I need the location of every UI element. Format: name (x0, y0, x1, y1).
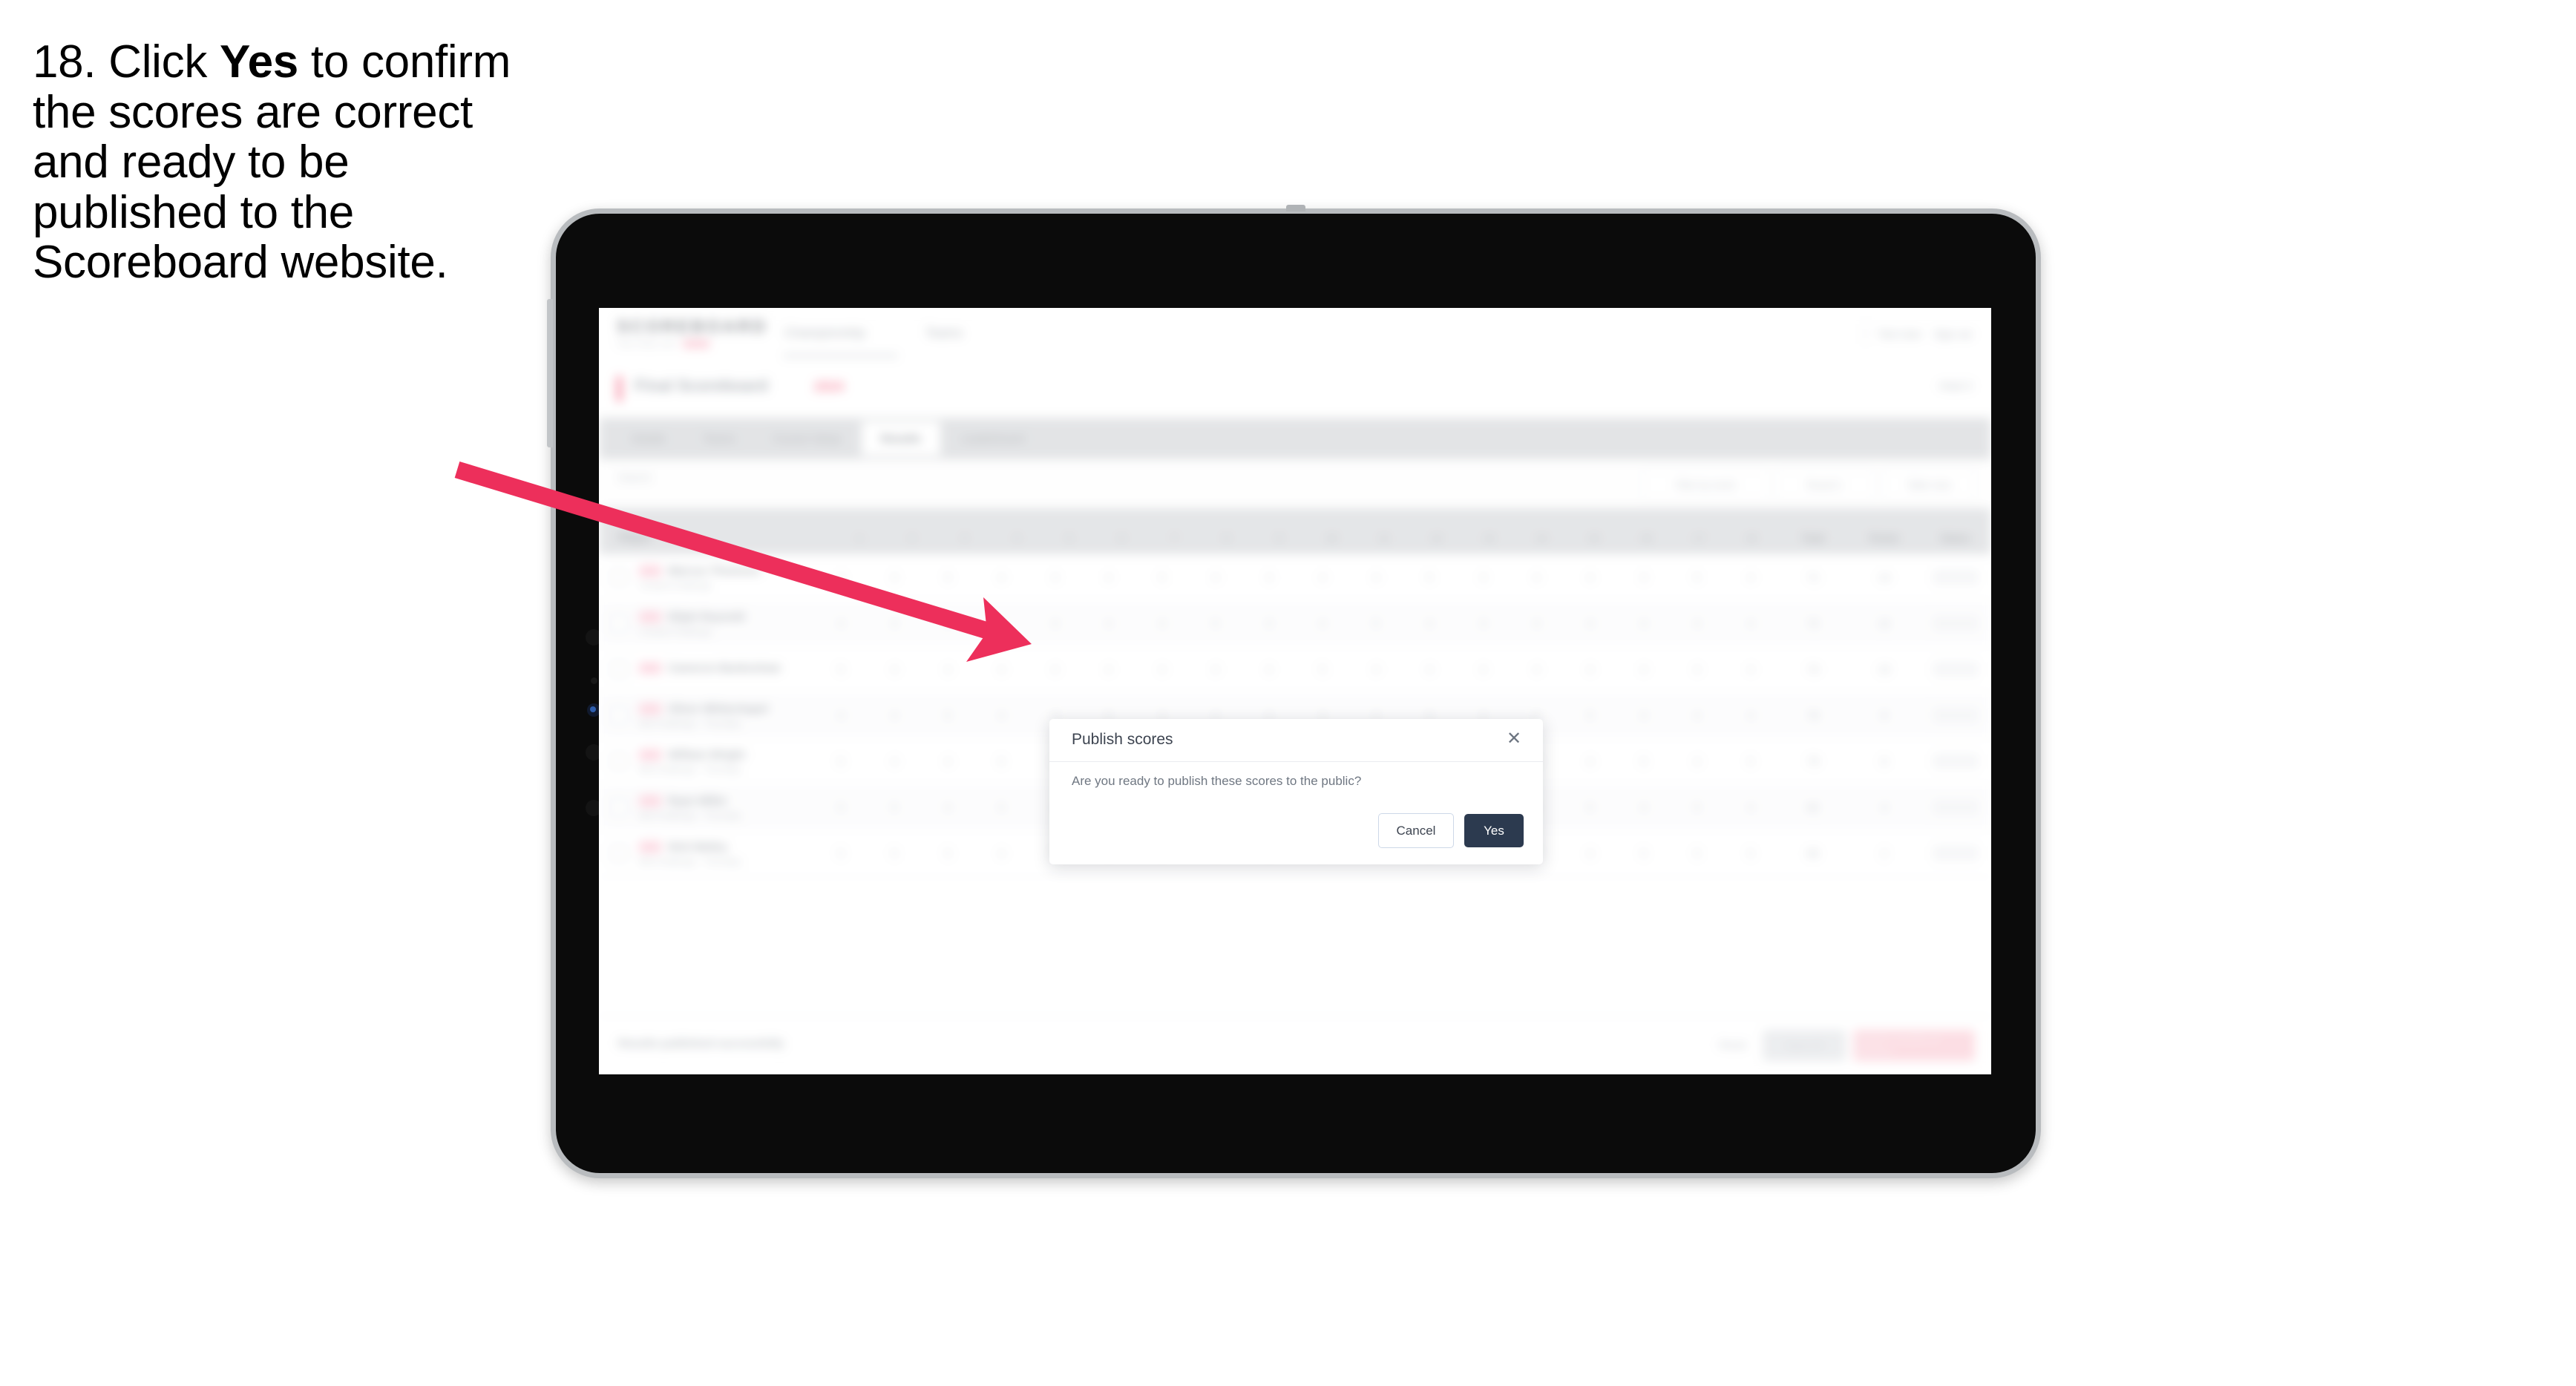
instruction-bold-word: Yes (219, 36, 298, 88)
dialog-actions: Cancel Yes (1378, 813, 1524, 848)
dialog-header: Publish scores ✕ (1049, 719, 1543, 762)
tablet-screen: SCOREBOARD THE FINAL SAY Championship Te… (599, 308, 1991, 1074)
publish-scores-dialog: Publish scores ✕ Are you ready to publis… (1049, 719, 1543, 864)
instruction-text: 18. Click Yes to confirm the scores are … (33, 37, 552, 288)
close-icon[interactable]: ✕ (1503, 728, 1525, 750)
bezel-microphone-icon (591, 677, 597, 684)
cancel-button[interactable]: Cancel (1378, 813, 1454, 848)
volume-button[interactable] (547, 299, 553, 447)
power-button[interactable] (1286, 205, 1305, 211)
instruction-text-before: Click (96, 36, 220, 88)
dialog-title: Publish scores (1072, 731, 1173, 748)
yes-button[interactable]: Yes (1464, 814, 1524, 847)
step-number: 18. (33, 36, 96, 88)
modal-scrim[interactable] (599, 308, 1991, 1074)
dialog-message: Are you ready to publish these scores to… (1072, 774, 1362, 788)
tablet-device-frame: SCOREBOARD THE FINAL SAY Championship Te… (547, 205, 2041, 1178)
